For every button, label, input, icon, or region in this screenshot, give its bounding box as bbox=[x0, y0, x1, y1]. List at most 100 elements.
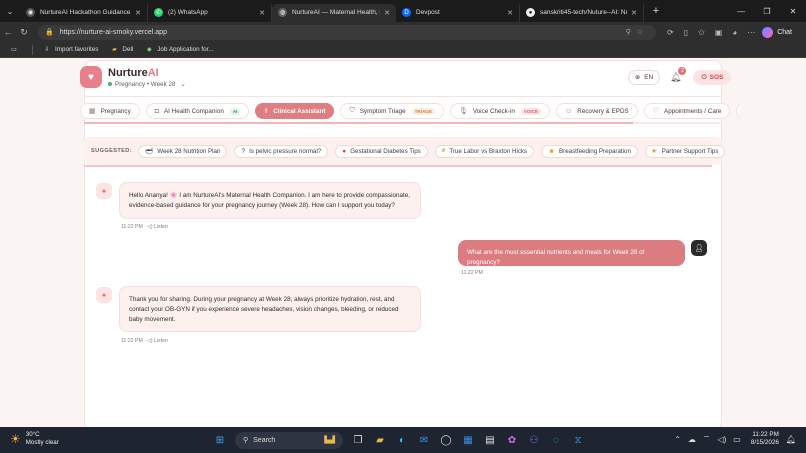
feature-nav: ▦ Pregnancy ◘ AI Health Companion AI ⚕ Clini… bbox=[80, 103, 740, 119]
weather-text: 30°C Mostly clear bbox=[26, 431, 59, 447]
collections-icon[interactable]: ▣ bbox=[715, 28, 723, 37]
shield-icon: ⛉ bbox=[349, 107, 355, 114]
close-icon[interactable]: ✕ bbox=[384, 9, 390, 17]
browser-tab-5[interactable]: ● sanskriti45-tech/Nuture--AI: Nurture ✕ bbox=[520, 3, 644, 22]
volume-icon[interactable]: ◁) bbox=[717, 435, 726, 444]
pregnancy-stage-selector[interactable]: Pregnancy • Week 28 ⌄ bbox=[108, 81, 186, 88]
tab-overflow[interactable]: ⓘI bbox=[736, 103, 740, 119]
bookmark-job-application[interactable]: ◆ Job Application for... bbox=[145, 46, 214, 54]
language-button[interactable]: ⊕ EN bbox=[628, 70, 661, 85]
search-icon: ⚲ bbox=[243, 437, 249, 444]
globe-icon: ⊕ bbox=[635, 74, 641, 81]
suggestion-chip-pelvic-pressure[interactable]: ? Is pelvic pressure normal? bbox=[234, 144, 329, 158]
tab-label: AI Health Companion bbox=[163, 107, 224, 115]
message-meta: 11:22 PM ◁) Listen bbox=[121, 338, 168, 344]
speaker-icon: ◁) bbox=[146, 338, 153, 344]
chevron-up-icon[interactable]: ⌃ bbox=[674, 435, 681, 444]
close-window-icon[interactable]: ✕ bbox=[780, 0, 806, 22]
back-icon[interactable]: ← bbox=[0, 27, 16, 37]
language-label: EN bbox=[644, 74, 654, 81]
split-screen-icon[interactable]: ▯ bbox=[684, 28, 688, 37]
wifi-icon[interactable]: ⌔ bbox=[703, 434, 711, 444]
lock-icon: 🔒 bbox=[45, 29, 54, 36]
tab-pregnancy[interactable]: ▦ Pregnancy bbox=[80, 103, 140, 119]
task-view-icon[interactable]: ❒ bbox=[349, 431, 367, 449]
weather-icon: ☀ bbox=[10, 432, 21, 446]
suggestions-scrollbar[interactable] bbox=[84, 165, 712, 167]
copilot-app-icon[interactable]: ✿ bbox=[503, 431, 521, 449]
battery-icon[interactable]: ▭ bbox=[733, 435, 741, 444]
notifications-center-icon[interactable]: 🔔︎ bbox=[786, 435, 796, 444]
globe-icon: ◍ bbox=[278, 8, 287, 17]
taskbar-apps: ⊞ ⚲ Search ▙▟ ❒ ▰ ◐ ✉ ◯ ▦ ▤ ✿ ⚇ ◌ ⧖ bbox=[209, 431, 589, 449]
tab-badge: TRIAGE bbox=[411, 107, 435, 115]
mail-icon[interactable]: ✉ bbox=[415, 431, 433, 449]
restore-icon[interactable]: ❐ bbox=[754, 0, 780, 22]
weather-widget[interactable]: ☀ 30°C Mostly clear bbox=[10, 431, 59, 447]
tab-appointments-care[interactable]: ♡ Appointments / Care bbox=[643, 103, 731, 119]
close-icon[interactable]: ✕ bbox=[507, 9, 513, 17]
suggestion-chip-breastfeeding[interactable]: ☻ Breastfeeding Preparation bbox=[541, 144, 638, 158]
app-brand[interactable]: ♥ NurtureAI Pregnancy • Week 28 ⌄ bbox=[80, 66, 186, 88]
taskbar-search[interactable]: ⚲ Search ▙▟ bbox=[235, 431, 343, 449]
teams-icon[interactable]: ⚇ bbox=[525, 431, 543, 449]
windows-taskbar: ☀ 30°C Mostly clear ⊞ ⚲ Search ▙▟ ❒ ▰ ◐ ✉ … bbox=[0, 427, 806, 453]
bookmark-import-favorites[interactable]: ⇩ Import favorites bbox=[43, 46, 98, 54]
listen-button[interactable]: ◁) Listen bbox=[147, 338, 168, 344]
chip-label: Partner Support Tips bbox=[661, 147, 719, 155]
calendar-icon[interactable]: ▦ bbox=[459, 431, 477, 449]
bookmark-label: Dell bbox=[122, 46, 134, 53]
tab-voice-check-in[interactable]: 🎙︎ Voice Check-in VOICE bbox=[449, 103, 551, 119]
tab-recovery-epds[interactable]: ☺ Recovery & EPDS bbox=[556, 103, 638, 119]
message-time: 11:22 PM bbox=[121, 224, 143, 230]
new-tab-button[interactable]: + bbox=[648, 5, 664, 17]
window-controls: — ❐ ✕ bbox=[728, 0, 806, 22]
suggestion-chip-nutrition[interactable]: 🥣︎ Week 28 Nutrition Plan bbox=[138, 144, 228, 158]
app-icon[interactable]: ◌ bbox=[547, 431, 565, 449]
bookmark-dell[interactable]: ▰ Dell bbox=[110, 46, 133, 54]
sos-button[interactable]: ⏻ SOS bbox=[693, 70, 732, 85]
close-icon[interactable]: ✕ bbox=[135, 9, 141, 17]
close-icon[interactable]: ✕ bbox=[631, 9, 637, 17]
cloud-icon[interactable]: ☁ bbox=[688, 435, 696, 444]
minimize-icon[interactable]: — bbox=[728, 0, 754, 22]
browser-tab-2[interactable]: ✆ (2) WhatsApp ✕ bbox=[148, 3, 272, 22]
url-field[interactable]: 🔒 https://nurture-ai-smoky.vercel.app ⚲☆ bbox=[38, 24, 656, 40]
dell-icon[interactable]: ◯ bbox=[437, 431, 455, 449]
message-time: 11:22 PM bbox=[121, 338, 143, 344]
site-actions-icons[interactable]: ⚲☆ bbox=[626, 28, 649, 36]
tab-actions-bookmark-icon[interactable]: ▭ bbox=[10, 46, 22, 54]
suggestion-chip-labor[interactable]: ✊︎ True Labor vs Braxton Hicks bbox=[434, 144, 535, 158]
suggested-prompts: SUGGESTED: 🥣︎ Week 28 Nutrition Plan ? Is … bbox=[84, 137, 726, 165]
clock[interactable]: 11:22 PM 8/15/2026 bbox=[751, 431, 779, 447]
tab-ai-health-companion[interactable]: ◘ AI Health Companion AI bbox=[145, 103, 250, 119]
suggestion-chip-partner-support[interactable]: ☛ Partner Support Tips bbox=[644, 144, 726, 158]
tab-symptom-triage[interactable]: ⛉ Symptom Triage TRIAGE bbox=[340, 103, 444, 119]
browser-tab-1[interactable]: ◉ NurtureAI Hackathon Guidance ✕ bbox=[20, 3, 148, 22]
store-icon[interactable]: ▤ bbox=[481, 431, 499, 449]
browser-tab-3[interactable]: ◍ NurtureAI — Maternal Health, Fetal ✕ bbox=[272, 3, 396, 22]
copilot-chat-button[interactable]: Chat bbox=[762, 26, 792, 38]
bookmark-icon: ◆ bbox=[146, 47, 152, 53]
tab-actions-icon[interactable]: ⌄ bbox=[0, 0, 20, 22]
vscode-icon[interactable]: ⧖ bbox=[569, 431, 587, 449]
favorites-icon[interactable]: ✩ bbox=[698, 28, 705, 37]
extensions-icon[interactable]: ⟳ bbox=[667, 28, 674, 37]
tab-clinical-assistant[interactable]: ⚕ Clinical Assistant bbox=[255, 103, 335, 119]
browser-tab-4[interactable]: D Devpost ✕ bbox=[396, 3, 520, 22]
listen-button[interactable]: ◁) Listen bbox=[147, 224, 168, 230]
suggested-label: SUGGESTED: bbox=[91, 148, 132, 154]
notifications-button[interactable]: 🔔︎ 2 bbox=[670, 67, 687, 83]
suggestion-chip-gestational-diabetes[interactable]: ● Gestational Diabetes Tips bbox=[335, 144, 428, 158]
edge-icon[interactable]: ◐ bbox=[393, 431, 411, 449]
contraction-icon: ✊︎ bbox=[441, 147, 446, 154]
nav-scroll-track[interactable] bbox=[84, 122, 722, 124]
folder-icon: ▰ bbox=[112, 47, 117, 53]
close-icon[interactable]: ✕ bbox=[259, 9, 265, 17]
refresh-icon[interactable]: ↻ bbox=[16, 27, 32, 38]
grid-icon: ▦ bbox=[89, 108, 96, 115]
more-icon[interactable]: ⋯ bbox=[747, 28, 755, 37]
profile-icon[interactable]: ◕ bbox=[732, 28, 737, 37]
windows-start-icon[interactable]: ⊞ bbox=[211, 431, 229, 449]
file-explorer-icon[interactable]: ▰ bbox=[371, 431, 389, 449]
